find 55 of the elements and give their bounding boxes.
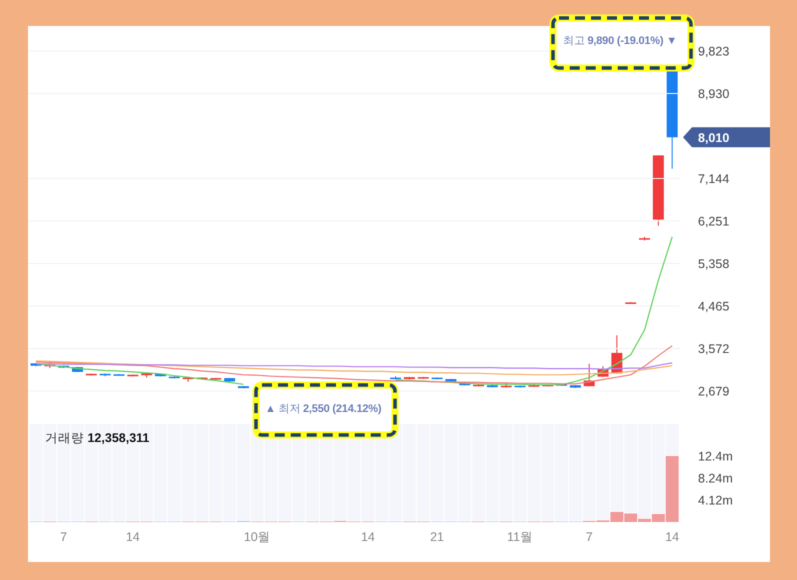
date-axis-label: 14	[360, 530, 375, 544]
candle	[168, 376, 180, 379]
date-axis-label: 14	[665, 530, 680, 544]
candle	[473, 384, 484, 387]
date-axis-label: 10월	[244, 530, 271, 544]
price-axis-label: 7,144	[698, 172, 730, 186]
candle	[542, 384, 554, 387]
volume-axis-label: 8.24m	[698, 472, 733, 486]
candle	[390, 376, 402, 380]
candle	[514, 384, 526, 388]
candle	[224, 377, 236, 382]
price-axis-label: 2,679	[698, 384, 730, 398]
candle	[141, 372, 152, 378]
highest-price-marker: 최고 9,890 (-19.01%) ▼	[563, 35, 677, 47]
candle	[486, 384, 498, 388]
candle	[584, 363, 595, 387]
date-axis-label: 11월	[507, 530, 534, 544]
candle	[113, 374, 124, 376]
volume-axis-label: 12.4m	[698, 450, 733, 464]
candle	[500, 382, 512, 388]
date-axis-label: 7	[586, 530, 593, 544]
volume-axis-label: 4.12m	[698, 494, 733, 508]
candle	[210, 377, 222, 380]
candle	[598, 366, 609, 378]
candle	[528, 383, 540, 388]
candle	[404, 376, 415, 380]
candle	[611, 334, 622, 374]
candle	[196, 376, 208, 380]
current-price-tag: 8,010	[683, 127, 770, 148]
price-axis-label: 4,465	[698, 300, 730, 314]
candle	[182, 376, 194, 382]
price-axis-label: 8,930	[698, 87, 730, 101]
volume-label: 거래량 12,358,311	[45, 431, 150, 445]
candle	[570, 384, 581, 388]
price-axis-label: 5,358	[698, 257, 730, 271]
candle	[459, 381, 470, 386]
date-axis-label: 21	[430, 530, 444, 544]
candle	[30, 362, 42, 367]
candle	[418, 376, 429, 380]
candle	[72, 366, 83, 373]
candle	[154, 373, 166, 377]
price-axis-label: 9,823	[698, 44, 730, 58]
candle	[86, 373, 97, 376]
date-axis-label: 7	[60, 530, 68, 544]
candle	[127, 374, 138, 377]
price-axis-label: 3,572	[698, 342, 730, 356]
candle	[100, 373, 111, 377]
date-axis-label: 14	[126, 530, 140, 544]
candle	[58, 365, 70, 369]
candle	[445, 378, 456, 382]
candle	[625, 302, 636, 304]
candle	[432, 376, 443, 380]
candle	[238, 385, 249, 389]
lowest-price-marker: ▲ 최저 2,550 (214.12%)	[265, 403, 382, 415]
price-axis-label: 6,251	[698, 214, 730, 228]
